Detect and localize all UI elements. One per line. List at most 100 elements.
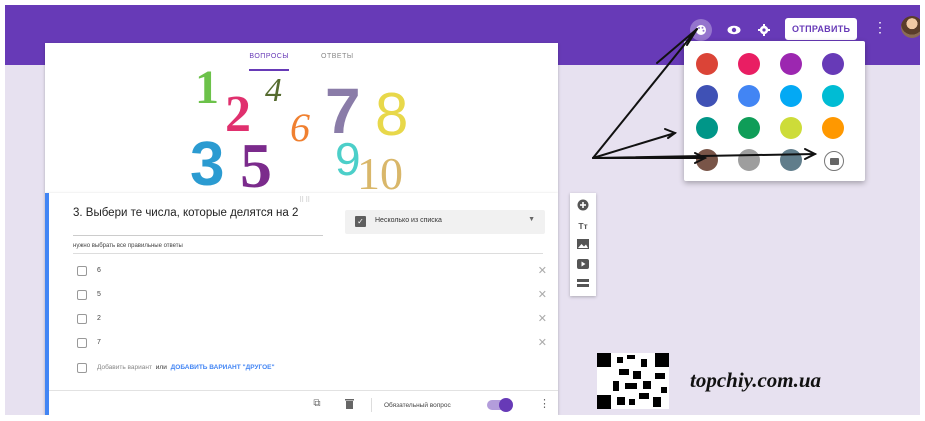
option-checkbox bbox=[77, 363, 87, 373]
qr-module bbox=[597, 395, 611, 409]
more-vert-icon[interactable]: ⋮ bbox=[873, 19, 887, 36]
add-option-link[interactable]: Добавить вариант bbox=[97, 364, 152, 371]
option-checkbox bbox=[77, 290, 87, 300]
option-label[interactable]: 2 bbox=[97, 315, 101, 322]
qr-code-image bbox=[597, 353, 669, 409]
color-swatch[interactable] bbox=[738, 85, 760, 107]
gear-icon bbox=[758, 24, 770, 36]
number-8: 8 bbox=[375, 81, 408, 148]
qr-module bbox=[597, 353, 611, 367]
number-4: 4 bbox=[265, 72, 282, 109]
send-button[interactable]: ОТПРАВИТЬ bbox=[785, 18, 858, 40]
header-numbers-image: 1 2 4 6 7 8 3 5 9 10 bbox=[190, 63, 408, 193]
avatar[interactable] bbox=[901, 16, 920, 38]
image-icon bbox=[829, 157, 839, 165]
chevron-down-icon: ▼ bbox=[528, 216, 535, 223]
watermark-text: topchiy.com.ua bbox=[690, 368, 822, 392]
color-swatch[interactable] bbox=[738, 117, 760, 139]
option-checkbox bbox=[77, 338, 87, 348]
option-label[interactable]: 5 bbox=[97, 291, 101, 298]
footer-divider bbox=[49, 390, 558, 391]
option-row: 7 ✕ bbox=[77, 336, 547, 352]
remove-option-icon[interactable]: ✕ bbox=[538, 312, 547, 325]
remove-option-icon[interactable]: ✕ bbox=[538, 336, 547, 349]
question-type-label: Несколько из списка bbox=[375, 217, 442, 224]
qr-module bbox=[613, 381, 619, 391]
app-frame: ОТПРАВИТЬ ⋮ ВОПРОСЫ ОТВЕТЫ 1 2 4 6 7 8 3… bbox=[5, 5, 920, 415]
color-swatch[interactable] bbox=[696, 117, 718, 139]
qr-module bbox=[641, 359, 647, 367]
option-row: 5 ✕ bbox=[77, 288, 547, 304]
add-title-icon[interactable]: Tт bbox=[576, 219, 590, 233]
footer-separator bbox=[371, 398, 372, 412]
delete-icon[interactable] bbox=[343, 398, 355, 410]
color-swatch[interactable] bbox=[738, 53, 760, 75]
qr-module bbox=[617, 397, 625, 405]
qr-module bbox=[643, 381, 651, 389]
color-swatch[interactable] bbox=[696, 85, 718, 107]
question-description[interactable]: нужно выбрать все правильные ответы bbox=[73, 243, 183, 249]
divider bbox=[73, 253, 543, 254]
number-10: 10 bbox=[357, 148, 403, 193]
option-checkbox bbox=[77, 314, 87, 324]
qr-module bbox=[625, 383, 637, 389]
add-question-icon[interactable] bbox=[576, 199, 590, 213]
option-label[interactable]: 7 bbox=[97, 339, 101, 346]
color-swatch[interactable] bbox=[780, 53, 802, 75]
qr-module bbox=[629, 399, 635, 405]
question-type-select[interactable]: ✓ Несколько из списка ▼ bbox=[345, 210, 545, 234]
color-swatch[interactable] bbox=[822, 85, 844, 107]
qr-module bbox=[627, 355, 635, 359]
add-video-icon[interactable] bbox=[576, 259, 590, 273]
qr-module bbox=[619, 369, 629, 375]
side-toolbar: Tт bbox=[570, 193, 596, 296]
add-option-text: Добавить вариант или ДОБАВИТЬ ВАРИАНТ "Д… bbox=[97, 364, 275, 371]
option-row: 2 ✕ bbox=[77, 312, 547, 328]
required-toggle[interactable] bbox=[487, 398, 513, 412]
color-palette-popup bbox=[684, 41, 865, 181]
number-1: 1 bbox=[195, 63, 219, 114]
qr-module bbox=[653, 397, 661, 407]
color-swatch[interactable] bbox=[780, 149, 802, 171]
question-title-underline bbox=[73, 235, 323, 236]
color-swatch[interactable] bbox=[822, 53, 844, 75]
choose-image-theme-button[interactable] bbox=[824, 151, 844, 171]
copy-icon[interactable]: ⧉ bbox=[311, 398, 323, 410]
toggle-knob bbox=[499, 398, 513, 412]
checkbox-type-icon: ✓ bbox=[355, 216, 366, 227]
question-more-icon[interactable]: ⋮ bbox=[539, 397, 550, 410]
number-3: 3 bbox=[190, 130, 224, 193]
color-swatch[interactable] bbox=[738, 149, 760, 171]
settings-button[interactable] bbox=[753, 19, 775, 41]
qr-module bbox=[655, 373, 665, 379]
qr-module bbox=[655, 353, 669, 367]
add-other-option-link[interactable]: ДОБАВИТЬ ВАРИАНТ "ДРУГОЕ" bbox=[171, 364, 275, 371]
color-swatch[interactable] bbox=[780, 85, 802, 107]
remove-option-icon[interactable]: ✕ bbox=[538, 288, 547, 301]
palette-button[interactable] bbox=[690, 19, 712, 41]
color-swatch[interactable] bbox=[696, 149, 718, 171]
qr-module bbox=[639, 393, 649, 399]
qr-module bbox=[661, 387, 667, 393]
color-swatch[interactable] bbox=[780, 117, 802, 139]
qr-module bbox=[633, 371, 641, 379]
option-checkbox bbox=[77, 266, 87, 276]
question-title[interactable]: 3. Выбери те числа, которые делятся на 2 bbox=[73, 206, 303, 220]
eye-icon bbox=[727, 25, 741, 35]
palette-icon bbox=[696, 25, 706, 35]
add-image-icon[interactable] bbox=[576, 239, 590, 253]
number-5: 5 bbox=[240, 130, 272, 193]
form-header-card: ВОПРОСЫ ОТВЕТЫ 1 2 4 6 7 8 3 5 9 10 bbox=[45, 43, 558, 193]
option-row: 6 ✕ bbox=[77, 264, 547, 280]
remove-option-icon[interactable]: ✕ bbox=[538, 264, 547, 277]
color-swatch[interactable] bbox=[822, 117, 844, 139]
qr-module bbox=[617, 357, 623, 363]
option-label[interactable]: 6 bbox=[97, 267, 101, 274]
add-or-label: или bbox=[155, 364, 167, 371]
number-6: 6 bbox=[290, 105, 310, 150]
preview-button[interactable] bbox=[723, 19, 745, 41]
drag-handle-icon[interactable]: ⠿⠿ bbox=[299, 196, 311, 204]
add-section-icon[interactable] bbox=[576, 278, 590, 292]
color-swatch[interactable] bbox=[696, 53, 718, 75]
question-card[interactable]: ⠿⠿ 3. Выбери те числа, которые делятся н… bbox=[45, 193, 558, 415]
